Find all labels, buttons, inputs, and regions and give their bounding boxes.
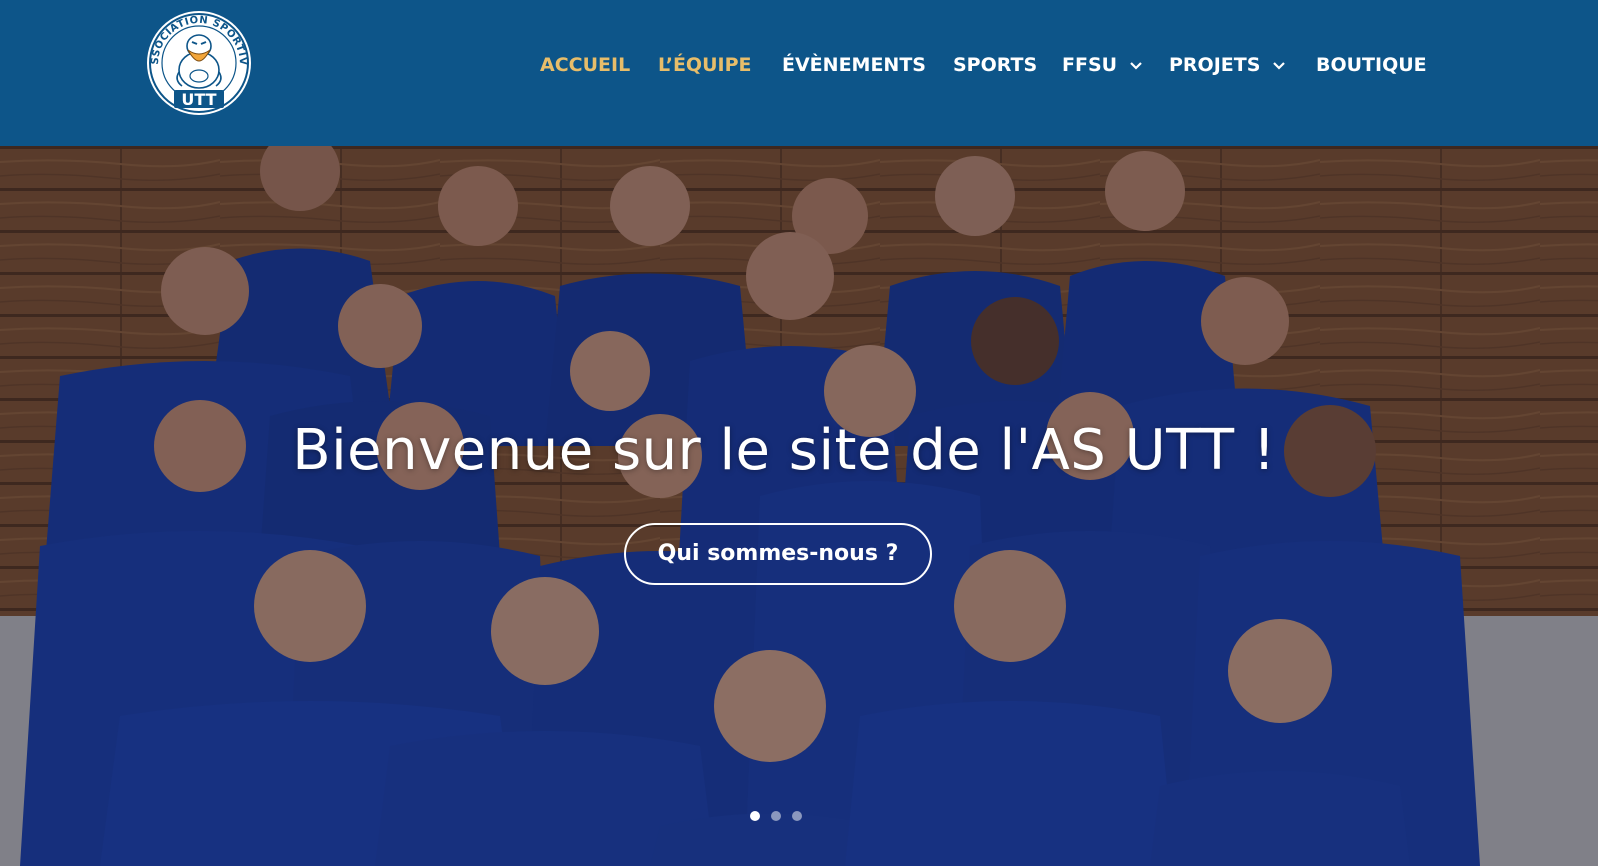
nav-label: PROJETS [1169, 54, 1261, 76]
nav-label: BOUTIQUE [1316, 54, 1427, 76]
nav-item-ffsu[interactable]: FFSU [1062, 50, 1144, 80]
slider-dot-3[interactable] [792, 811, 802, 821]
nav-label: L’ÉQUIPE [658, 54, 752, 76]
nav-item-equipe[interactable]: L’ÉQUIPE [658, 50, 752, 80]
hero-title: Bienvenue sur le site de l'AS UTT ! [292, 418, 1276, 483]
nav-label: ACCUEIL [540, 54, 631, 76]
asutt-logo[interactable]: ASSOCIATION SPORTIVE UTT [140, 0, 254, 118]
nav-label: ÉVÈNEMENTS [782, 54, 926, 76]
nav-item-projets[interactable]: PROJETS [1169, 50, 1287, 80]
nav-item-accueil[interactable]: ACCUEIL [540, 50, 630, 80]
svg-text:UTT: UTT [181, 90, 216, 109]
hero-overlay [0, 146, 1598, 866]
nav-label: FFSU [1062, 54, 1118, 76]
slider-dot-1[interactable] [750, 811, 760, 821]
nav-label: SPORTS [953, 54, 1038, 76]
who-are-we-button[interactable]: Qui sommes-nous ? [624, 523, 932, 585]
duck-mascot-logo-icon: ASSOCIATION SPORTIVE UTT [140, 0, 251, 115]
nav-item-boutique[interactable]: BOUTIQUE [1316, 50, 1427, 80]
slider-dot-2[interactable] [771, 811, 781, 821]
chevron-down-icon [1129, 61, 1142, 70]
hero-slider: Bienvenue sur le site de l'AS UTT ! Qui … [0, 146, 1598, 866]
site-header: ASSOCIATION SPORTIVE UTT ACCUEIL L’ÉQUIP… [0, 0, 1598, 146]
chevron-down-icon [1273, 61, 1285, 70]
nav-item-sports[interactable]: SPORTS [953, 50, 1037, 80]
nav-item-evenements[interactable]: ÉVÈNEMENTS [782, 50, 926, 80]
